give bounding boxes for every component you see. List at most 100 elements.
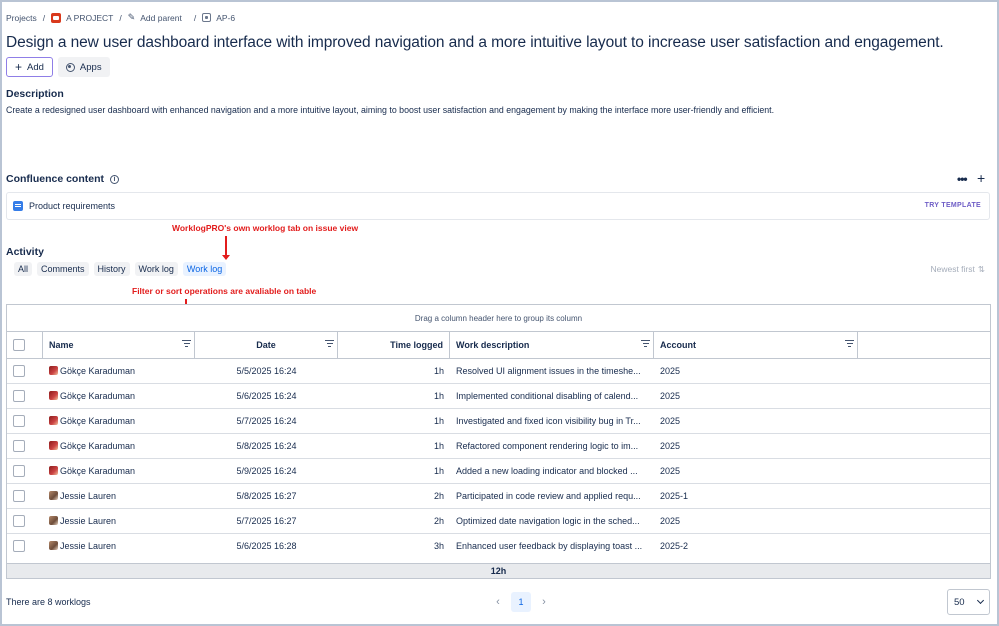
table-row[interactable]: Gökçe Karaduman 5/6/2025 16:24 1h Implem… <box>7 384 990 409</box>
cell-work-description[interactable]: Refactored component rendering logic to … <box>456 434 652 459</box>
add-confluence-icon[interactable]: + <box>977 170 985 186</box>
cell-work-description[interactable]: Investigated and fixed icon visibility b… <box>456 409 652 434</box>
prev-page-icon[interactable]: ‹ <box>494 596 502 608</box>
row-checkbox[interactable] <box>13 515 25 527</box>
cell-account[interactable]: 2025 <box>660 409 856 434</box>
add-parent-label: Add parent <box>140 12 182 23</box>
cell-account[interactable]: 2025 <box>660 509 856 534</box>
header-date[interactable]: Date <box>195 332 338 358</box>
header-name[interactable]: Name <box>43 332 195 358</box>
cell-date[interactable]: 5/6/2025 16:28 <box>195 534 338 559</box>
row-checkbox[interactable] <box>13 365 25 377</box>
cell-work-description[interactable]: Enhanced user feedback by displaying toa… <box>456 534 652 559</box>
row-checkbox[interactable] <box>13 415 25 427</box>
user-name: Gökçe Karaduman <box>60 366 136 376</box>
table-row[interactable]: Gökçe Karaduman 5/8/2025 16:24 1h Refact… <box>7 434 990 459</box>
breadcrumb-separator: / <box>119 12 122 23</box>
issue-title[interactable]: Design a new user dashboard interface wi… <box>6 34 944 52</box>
header-account-label: Account <box>660 340 696 350</box>
user-name: Jessie Lauren <box>60 491 117 501</box>
cell-account[interactable]: 2025-1 <box>660 484 856 509</box>
cell-date[interactable]: 5/6/2025 16:24 <box>195 384 338 409</box>
cell-name[interactable]: Gökçe Karaduman <box>49 459 195 484</box>
breadcrumb-project[interactable]: A PROJECT <box>51 12 113 23</box>
cell-time-logged[interactable]: 1h <box>338 459 444 484</box>
breadcrumb: Projects / A PROJECT / ✎ Add parent / AP… <box>6 12 235 23</box>
header-work-description[interactable]: Work description <box>450 332 654 358</box>
try-template-button[interactable]: TRY TEMPLATE <box>925 202 981 209</box>
group-drop-zone[interactable]: Drag a column header here to group its c… <box>7 305 990 332</box>
breadcrumb-projects[interactable]: Projects <box>6 13 37 23</box>
cell-date[interactable]: 5/8/2025 16:24 <box>195 434 338 459</box>
filter-icon[interactable] <box>641 340 650 348</box>
cell-date[interactable]: 5/5/2025 16:24 <box>195 359 338 384</box>
cell-work-description[interactable]: Participated in code review and applied … <box>456 484 652 509</box>
tab-all[interactable]: All <box>14 262 33 276</box>
header-time-logged[interactable]: Time logged <box>338 332 450 358</box>
cell-name[interactable]: Gökçe Karaduman <box>49 359 195 384</box>
table-row[interactable]: Gökçe Karaduman 5/9/2025 16:24 1h Added … <box>7 459 990 484</box>
cell-name[interactable]: Gökçe Karaduman <box>49 384 195 409</box>
cell-date[interactable]: 5/9/2025 16:24 <box>195 459 338 484</box>
tab-worklogpro[interactable]: Work log <box>182 262 227 276</box>
cell-time-logged[interactable]: 1h <box>338 359 444 384</box>
cell-date[interactable]: 5/8/2025 16:27 <box>195 484 338 509</box>
cell-account[interactable]: 2025 <box>660 434 856 459</box>
cell-time-logged[interactable]: 3h <box>338 534 444 559</box>
next-page-icon[interactable]: › <box>540 596 548 608</box>
cell-time-logged[interactable]: 2h <box>338 509 444 534</box>
pencil-icon: ✎ <box>127 12 136 22</box>
cell-work-description[interactable]: Resolved UI alignment issues in the time… <box>456 359 652 384</box>
info-icon[interactable]: i <box>110 174 120 184</box>
more-icon[interactable]: ••• <box>957 172 968 186</box>
cell-work-description[interactable]: Optimized date navigation logic in the s… <box>456 509 652 534</box>
cell-name[interactable]: Jessie Lauren <box>49 509 195 534</box>
table-row[interactable]: Gökçe Karaduman 5/7/2025 16:24 1h Invest… <box>7 409 990 434</box>
description-text[interactable]: Create a redesigned user dashboard with … <box>6 105 774 115</box>
row-checkbox[interactable] <box>13 440 25 452</box>
cell-date[interactable]: 5/7/2025 16:27 <box>195 509 338 534</box>
cell-name[interactable]: Jessie Lauren <box>49 484 195 509</box>
tab-history[interactable]: History <box>93 262 130 276</box>
row-checkbox[interactable] <box>13 540 25 552</box>
filter-icon[interactable] <box>182 340 191 348</box>
cell-work-description[interactable]: Added a new loading indicator and blocke… <box>456 459 652 484</box>
cell-name[interactable]: Gökçe Karaduman <box>49 409 195 434</box>
cell-work-description[interactable]: Implemented conditional disabling of cal… <box>456 384 652 409</box>
annotation-filter-note: Filter or sort operations are avaliable … <box>132 286 317 296</box>
cell-date[interactable]: 5/7/2025 16:24 <box>195 409 338 434</box>
apps-button[interactable]: Apps <box>57 57 110 77</box>
cell-account[interactable]: 2025-2 <box>660 534 856 559</box>
confluence-item[interactable]: Product requirements TRY TEMPLATE <box>6 192 990 220</box>
cell-name[interactable]: Gökçe Karaduman <box>49 434 195 459</box>
page-size-select[interactable]: 50 <box>947 589 990 615</box>
cell-time-logged[interactable]: 1h <box>338 384 444 409</box>
page-button[interactable]: 1 <box>511 592 531 612</box>
cell-account[interactable]: 2025 <box>660 384 856 409</box>
cell-time-logged[interactable]: 1h <box>338 434 444 459</box>
filter-icon[interactable] <box>325 340 334 348</box>
confluence-heading-label: Confluence content <box>6 173 105 185</box>
cell-account[interactable]: 2025 <box>660 459 856 484</box>
add-parent-button[interactable]: ✎ Add parent <box>128 12 182 23</box>
sort-order-button[interactable]: Newest first ⇅ <box>930 264 985 275</box>
filter-icon[interactable] <box>845 340 854 348</box>
header-account[interactable]: Account <box>654 332 858 358</box>
table-row[interactable]: Jessie Lauren 5/8/2025 16:27 2h Particip… <box>7 484 990 509</box>
tab-work-log[interactable]: Work log <box>134 262 178 276</box>
row-checkbox[interactable] <box>13 490 25 502</box>
add-button[interactable]: + Add <box>6 57 53 77</box>
cell-name[interactable]: Jessie Lauren <box>49 534 195 559</box>
table-row[interactable]: Jessie Lauren 5/7/2025 16:27 2h Optimize… <box>7 509 990 534</box>
task-icon <box>202 13 212 22</box>
table-row[interactable]: Jessie Lauren 5/6/2025 16:28 3h Enhanced… <box>7 534 990 559</box>
row-checkbox[interactable] <box>13 390 25 402</box>
table-row[interactable]: Gökçe Karaduman 5/5/2025 16:24 1h Resolv… <box>7 359 990 384</box>
breadcrumb-issue[interactable]: AP-6 <box>202 13 235 23</box>
row-checkbox[interactable] <box>13 465 25 477</box>
cell-time-logged[interactable]: 2h <box>338 484 444 509</box>
cell-account[interactable]: 2025 <box>660 359 856 384</box>
select-all-checkbox[interactable] <box>13 339 25 351</box>
tab-comments[interactable]: Comments <box>37 262 89 276</box>
cell-time-logged[interactable]: 1h <box>338 409 444 434</box>
